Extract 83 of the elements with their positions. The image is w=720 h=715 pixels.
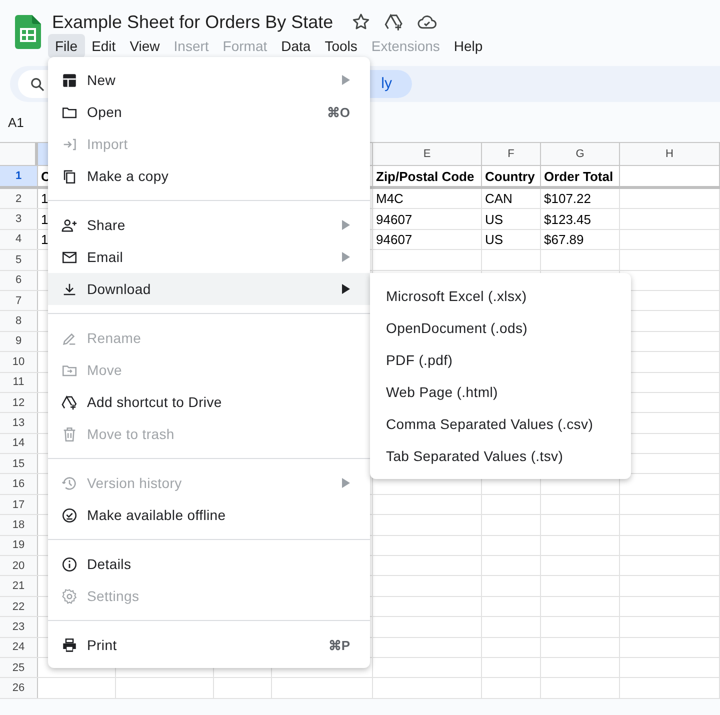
- sheets-logo-icon[interactable]: [15, 15, 41, 49]
- check-circle-icon: [61, 506, 78, 524]
- triangle-plus-icon: [61, 394, 78, 410]
- menu-item[interactable]: Details: [48, 548, 370, 580]
- row-number[interactable]: 3: [0, 209, 38, 229]
- row-number[interactable]: 6: [0, 270, 38, 290]
- menu-bar-item[interactable]: Edit: [84, 34, 123, 58]
- row-number[interactable]: 26: [0, 678, 38, 698]
- table-cell: 1: [41, 232, 48, 247]
- row-number[interactable]: 14: [0, 434, 38, 454]
- trash-icon: [61, 426, 78, 442]
- table-cell: Country: [485, 168, 535, 184]
- menu-item[interactable]: OpenDocument (.ods): [370, 312, 631, 344]
- column-header[interactable]: E: [373, 143, 482, 165]
- settings-icon: [61, 588, 78, 604]
- row-number[interactable]: 8: [0, 311, 38, 331]
- table-cell: 1: [41, 212, 48, 227]
- row-number[interactable]: 12: [0, 392, 38, 412]
- menu-bar-item[interactable]: Data: [274, 34, 318, 58]
- table-cell: $67.89: [544, 232, 584, 247]
- star-icon[interactable]: [351, 12, 372, 32]
- row-number[interactable]: 16: [0, 474, 38, 494]
- history-icon: [61, 474, 78, 492]
- menu-item[interactable]: Share: [48, 209, 370, 241]
- menu-bar-item[interactable]: Help: [446, 34, 490, 58]
- menu-item[interactable]: Download: [48, 273, 370, 305]
- menu-item[interactable]: Open ⌘O: [48, 96, 370, 128]
- row-number[interactable]: 9: [0, 332, 38, 352]
- row-number[interactable]: 18: [0, 515, 38, 535]
- menu-item[interactable]: Microsoft Excel (.xlsx): [370, 280, 631, 312]
- row-number[interactable]: 25: [0, 658, 38, 678]
- table-cell: Order Total: [544, 168, 614, 184]
- row-number[interactable]: 11: [0, 372, 38, 392]
- table-cell: Zip/Postal Code: [376, 168, 474, 184]
- table-cell: CAN: [485, 191, 512, 206]
- row-number[interactable]: 24: [0, 638, 38, 657]
- menu-item[interactable]: Make a copy: [48, 160, 370, 192]
- row-number[interactable]: 22: [0, 596, 38, 616]
- menu-item[interactable]: Add shortcut to Drive: [48, 386, 370, 418]
- document-title[interactable]: Example Sheet for Orders By State: [52, 12, 334, 32]
- column-header[interactable]: H: [620, 143, 720, 165]
- table-cell: 1: [41, 191, 48, 206]
- menu-item[interactable]: Web Page (.html): [370, 376, 631, 408]
- name-box[interactable]: A1: [8, 114, 24, 130]
- row-number[interactable]: 20: [0, 556, 38, 576]
- row-number[interactable]: 10: [0, 352, 38, 372]
- column-header[interactable]: F: [482, 143, 541, 165]
- menu-item[interactable]: Make available offline: [48, 499, 370, 531]
- triangle-plus-icon[interactable]: [384, 12, 404, 32]
- menu-item[interactable]: Tab Separated Values (.tsv): [370, 440, 631, 472]
- column-header[interactable]: G: [541, 143, 620, 165]
- table-cell: $123.45: [544, 212, 591, 227]
- row-number[interactable]: 15: [0, 454, 38, 474]
- search-icon: [29, 76, 46, 92]
- row-number[interactable]: 5: [0, 250, 38, 270]
- menu-item[interactable]: PDF (.pdf): [370, 344, 631, 376]
- row-number[interactable]: 4: [0, 230, 38, 250]
- table-cell: US: [485, 232, 504, 247]
- table-cell: $107.22: [544, 191, 591, 206]
- row-number[interactable]: 1: [0, 166, 38, 186]
- printer-icon: [61, 636, 78, 654]
- table-cell: US: [485, 212, 504, 227]
- menu-bar-item[interactable]: Tools: [318, 34, 364, 58]
- menu-bar-item[interactable]: View: [122, 34, 167, 58]
- row-number[interactable]: 23: [0, 617, 38, 637]
- table-cell: 94607: [376, 232, 412, 247]
- menu-item[interactable]: Comma Separated Values (.csv): [370, 408, 631, 440]
- grid-icon: [61, 72, 78, 88]
- info-icon: [61, 556, 78, 572]
- menu-item[interactable]: Email: [48, 241, 370, 273]
- row-number[interactable]: 17: [0, 494, 38, 514]
- table-cell: M4C: [376, 191, 404, 206]
- person-add-icon: [61, 216, 78, 234]
- row-number[interactable]: 19: [0, 536, 38, 556]
- menu-item[interactable]: Print ⌘P: [48, 629, 370, 661]
- row-number[interactable]: 21: [0, 576, 38, 596]
- menu-item[interactable]: New: [48, 64, 370, 96]
- row-number[interactable]: 2: [0, 189, 38, 208]
- row-number[interactable]: 13: [0, 413, 38, 433]
- copy-icon: [61, 168, 78, 184]
- row-number[interactable]: 7: [0, 290, 38, 310]
- menu-bar-item[interactable]: File: [48, 34, 85, 58]
- table-cell: 94607: [376, 212, 412, 227]
